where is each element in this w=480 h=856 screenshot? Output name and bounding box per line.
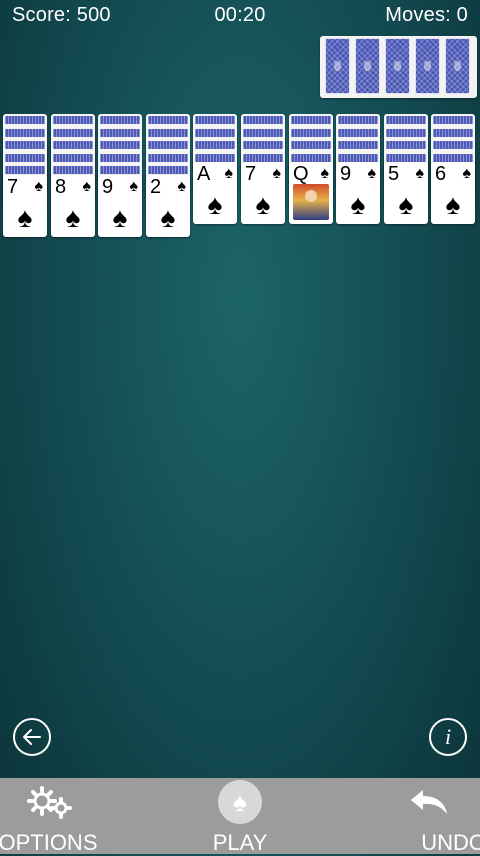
spade-icon: ♠ <box>320 165 330 182</box>
spade-icon: ♠ <box>34 177 44 195</box>
spade-icon: ♠ <box>462 165 472 182</box>
card-rank: 9 <box>340 163 352 185</box>
spade-icon: ♠ <box>224 165 234 182</box>
spade-icon: ♠ <box>112 201 128 233</box>
spade-icon: ♠ <box>272 165 282 182</box>
spade-icon: ♠ <box>367 165 377 182</box>
spade-icon: ♠ <box>218 780 262 824</box>
info-icon: i <box>444 724 452 749</box>
spade-icon: ♠ <box>398 189 414 220</box>
card-rank: A <box>197 163 211 185</box>
spade-icon: ♠ <box>82 177 92 195</box>
spade-icon: ♠ <box>207 189 223 220</box>
bottom-toolbar: OPTIONS ♠ PLAY UNDO <box>0 778 480 855</box>
face-up-card[interactable]: 7 ♠ ♠ <box>241 162 285 224</box>
queen-face-art <box>293 184 329 220</box>
tableau: 7 ♠ ♠ 8 ♠ ♠ 9 ♠ ♠ 2 ♠ ♠ A ♠ ♠ 7 ♠ ♠ Q ♠ 9 ♠ ♠ 5 ♠ ♠ 6 ♠ ♠ <box>0 0 480 260</box>
face-up-card[interactable]: 8 ♠ ♠ <box>51 174 95 237</box>
spade-icon: ♠ <box>255 189 271 220</box>
card-rank: 7 <box>245 163 257 185</box>
spade-icon: ♠ <box>445 189 461 220</box>
face-up-card[interactable]: 9 ♠ ♠ <box>98 174 142 237</box>
face-up-card[interactable]: 6 ♠ ♠ <box>431 162 475 224</box>
play-button[interactable]: ♠ PLAY <box>190 778 290 855</box>
spade-icon: ♠ <box>177 177 187 195</box>
options-button[interactable]: OPTIONS <box>0 778 100 855</box>
face-up-card[interactable]: 2 ♠ ♠ <box>146 174 190 237</box>
spade-icon: ♠ <box>129 177 139 195</box>
card-rank: Q <box>293 163 309 185</box>
undo-label: UNDO <box>421 830 480 855</box>
play-label: PLAY <box>212 830 268 855</box>
card-rank: 6 <box>435 163 447 185</box>
face-up-card[interactable]: 9 ♠ ♠ <box>336 162 380 224</box>
undo-button[interactable]: UNDO <box>380 778 480 855</box>
gear-icon <box>27 786 72 819</box>
card-rank: 7 <box>7 175 19 198</box>
card-rank: 2 <box>150 175 162 198</box>
card-rank: 8 <box>55 175 67 198</box>
face-up-card[interactable]: Q ♠ <box>289 162 333 224</box>
card-rank: 9 <box>102 175 114 198</box>
back-button[interactable] <box>13 718 51 756</box>
spade-icon: ♠ <box>415 165 425 182</box>
face-up-card[interactable]: 5 ♠ ♠ <box>384 162 428 224</box>
spade-icon: ♠ <box>160 201 176 233</box>
card-rank: 5 <box>388 163 400 185</box>
face-up-card[interactable]: 7 ♠ ♠ <box>3 174 47 237</box>
face-up-card[interactable]: A ♠ ♠ <box>193 162 237 224</box>
undo-icon <box>411 790 447 814</box>
spade-icon: ♠ <box>65 201 81 233</box>
info-button[interactable]: i <box>429 718 467 756</box>
spade-icon: ♠ <box>350 189 366 220</box>
options-label: OPTIONS <box>0 830 98 855</box>
arrow-left-icon <box>23 729 41 745</box>
spade-icon: ♠ <box>17 201 33 233</box>
